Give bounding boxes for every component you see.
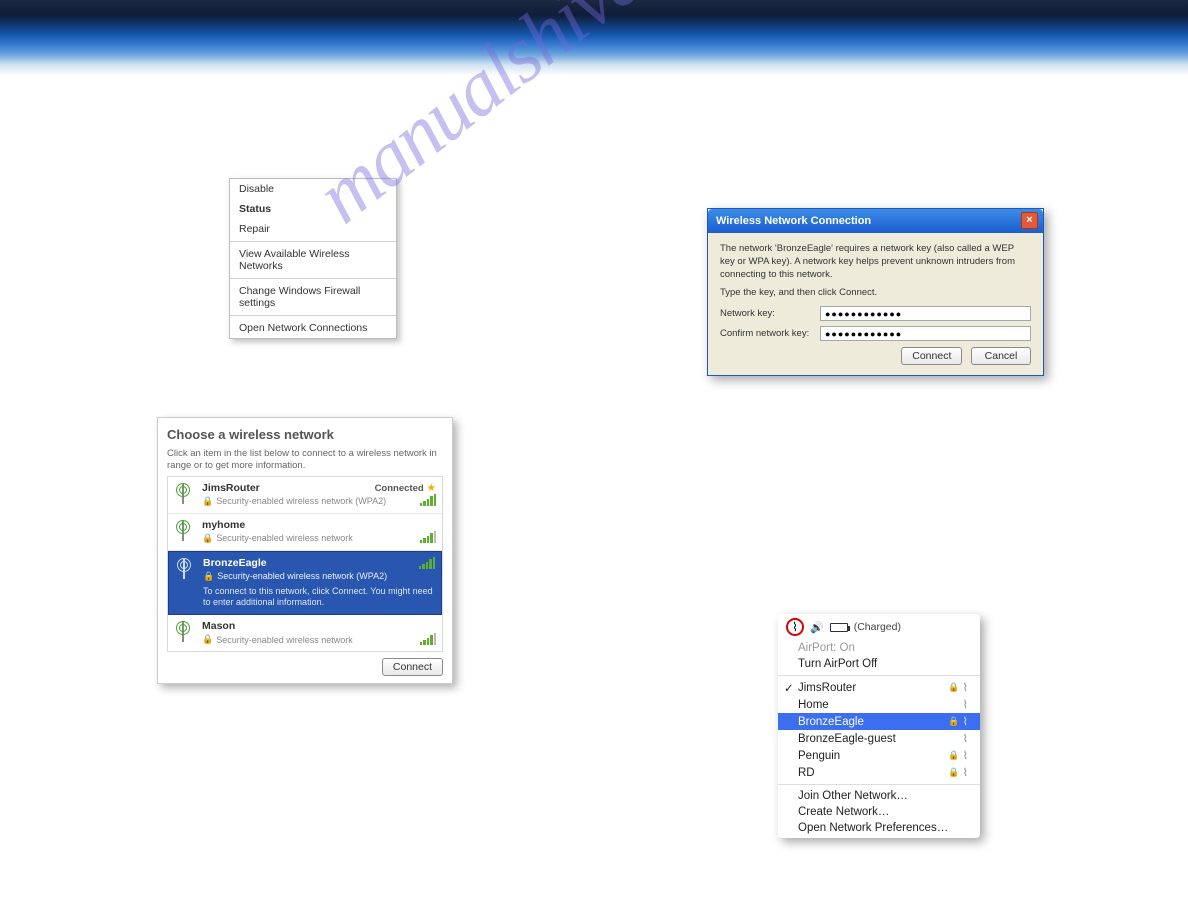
wireless-icon [174, 620, 196, 646]
ctx-view-networks[interactable]: View Available Wireless Networks [230, 244, 396, 276]
star-icon: ★ [427, 482, 436, 494]
network-extra-info: To connect to this network, click Connec… [203, 586, 435, 609]
lock-icon: 🔒 [202, 634, 213, 645]
network-row-selected[interactable]: BronzeEagle 🔒Security-enabled wireless n… [168, 551, 442, 615]
confirm-key-label: Confirm network key: [720, 328, 820, 339]
mac-airport-menu: ⌇ 🔊 (Charged) AirPort: On Turn AirPort O… [778, 614, 980, 838]
signal-bars-icon [420, 531, 437, 543]
airport-icon-circled[interactable]: ⌇ [786, 618, 804, 636]
dialog-connect-button[interactable]: Connect [901, 347, 962, 365]
network-name: myhome [202, 519, 436, 531]
picker-title: Choose a wireless network [167, 427, 443, 442]
lock-icon: 🔒 [948, 750, 959, 761]
header-band [0, 0, 1188, 76]
wireless-icon [175, 557, 197, 583]
mac-network-item[interactable]: BronzeEagle-guest⌇ [778, 730, 980, 747]
wireless-picker: Choose a wireless network Click an item … [157, 417, 453, 684]
ctx-separator [230, 278, 396, 279]
wifi-signal-icon: ⌇ [963, 681, 968, 694]
signal-bars-icon [419, 557, 436, 569]
mac-menubar-icons: ⌇ 🔊 (Charged) [778, 614, 980, 638]
network-key-input[interactable] [820, 306, 1031, 321]
connect-button[interactable]: Connect [382, 658, 443, 676]
wireless-icon [174, 482, 196, 508]
join-other-network[interactable]: Join Other Network… [778, 788, 980, 804]
picker-hint: Click an item in the list below to conne… [167, 448, 443, 472]
lock-icon: 🔒 [203, 571, 214, 582]
ctx-repair[interactable]: Repair [230, 219, 396, 239]
network-row[interactable]: Mason 🔒Security-enabled wireless network [168, 615, 442, 651]
network-name: BronzeEagle [203, 557, 267, 569]
wifi-signal-icon: ⌇ [963, 698, 968, 711]
dialog-titlebar: Wireless Network Connection × [708, 209, 1043, 233]
mac-network-item-selected[interactable]: BronzeEagle🔒⌇ [778, 713, 980, 730]
lock-icon: 🔒 [202, 533, 213, 544]
battery-status: (Charged) [854, 621, 901, 633]
signal-bars-icon [420, 633, 437, 645]
lock-icon: 🔒 [948, 767, 959, 778]
picker-network-list: JimsRouter Connected ★ 🔒Security-enabled… [167, 476, 443, 652]
network-name: JimsRouter [202, 482, 260, 494]
open-network-preferences[interactable]: Open Network Preferences… [778, 820, 980, 836]
ctx-separator [230, 315, 396, 316]
network-security: Security-enabled wireless network (WPA2) [216, 496, 386, 506]
ctx-open-conn[interactable]: Open Network Connections [230, 318, 396, 338]
dialog-message-2: Type the key, and then click Connect. [720, 287, 1031, 300]
wifi-signal-icon: ⌇ [963, 766, 968, 779]
network-key-dialog: Wireless Network Connection × The networ… [707, 208, 1044, 376]
signal-bars-icon [420, 494, 437, 506]
context-menu: Disable Status Repair View Available Wir… [229, 178, 397, 339]
ctx-status[interactable]: Status [230, 199, 396, 219]
mac-network-item[interactable]: RD🔒⌇ [778, 764, 980, 781]
lock-icon: 🔒 [202, 496, 213, 507]
ctx-separator [230, 241, 396, 242]
mac-network-item[interactable]: Penguin🔒⌇ [778, 747, 980, 764]
dialog-message-1: The network 'BronzeEagle' requires a net… [720, 243, 1031, 281]
lock-icon: 🔒 [948, 716, 959, 727]
network-security: Security-enabled wireless network (WPA2) [217, 571, 387, 581]
turn-airport-off[interactable]: Turn AirPort Off [778, 656, 980, 672]
airport-status: AirPort: On [778, 640, 980, 656]
menu-separator [778, 675, 980, 676]
network-security: Security-enabled wireless network [216, 533, 353, 543]
menu-separator [778, 784, 980, 785]
network-status: Connected [375, 483, 424, 494]
dialog-cancel-button[interactable]: Cancel [971, 347, 1031, 365]
network-name: Mason [202, 620, 436, 632]
network-row[interactable]: JimsRouter Connected ★ 🔒Security-enabled… [168, 477, 442, 514]
mac-network-item[interactable]: Home⌇ [778, 696, 980, 713]
mac-network-item[interactable]: JimsRouter🔒⌇ [778, 679, 980, 696]
confirm-key-input[interactable] [820, 326, 1031, 341]
wireless-icon [174, 519, 196, 545]
ctx-disable[interactable]: Disable [230, 179, 396, 199]
wifi-signal-icon: ⌇ [963, 732, 968, 745]
wifi-signal-icon: ⌇ [963, 715, 968, 728]
network-row[interactable]: myhome 🔒Security-enabled wireless networ… [168, 514, 442, 551]
network-security: Security-enabled wireless network [216, 635, 353, 645]
close-button[interactable]: × [1021, 212, 1038, 229]
dialog-title-text: Wireless Network Connection [716, 215, 871, 227]
wifi-signal-icon: ⌇ [963, 749, 968, 762]
network-key-label: Network key: [720, 308, 820, 319]
ctx-firewall[interactable]: Change Windows Firewall settings [230, 281, 396, 313]
battery-icon [830, 623, 848, 632]
create-network[interactable]: Create Network… [778, 804, 980, 820]
lock-icon: 🔒 [948, 682, 959, 693]
speaker-icon: 🔊 [810, 621, 824, 634]
